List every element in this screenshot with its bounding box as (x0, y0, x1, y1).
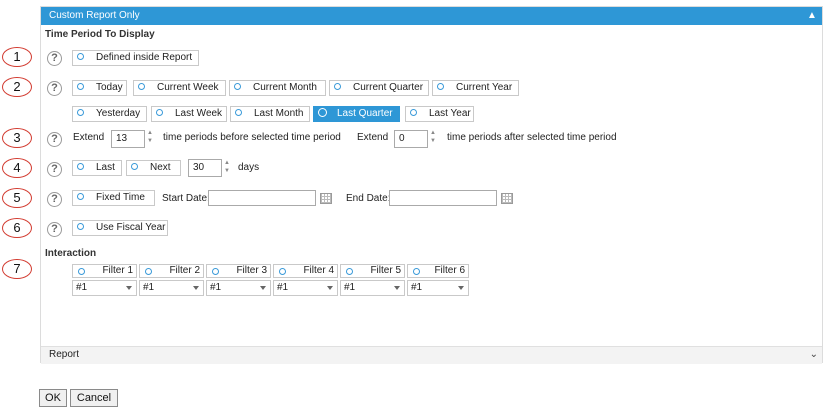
chevron-down-icon (394, 286, 400, 290)
option-fixed-time[interactable]: Fixed Time (72, 190, 155, 206)
radio-icon (77, 192, 84, 200)
radio-icon (410, 108, 417, 116)
option-today[interactable]: Today (72, 80, 127, 96)
filter-5-select[interactable]: #1 (340, 280, 405, 296)
filter-6-select[interactable]: #1 (407, 280, 469, 296)
option-last-month[interactable]: Last Month (230, 106, 310, 122)
cancel-button[interactable]: Cancel (70, 389, 118, 407)
option-last-week[interactable]: Last Week (151, 106, 227, 122)
option-last[interactable]: Last (72, 160, 122, 176)
chevron-down-icon (193, 286, 199, 290)
radio-icon (279, 268, 286, 275)
days-label: days (238, 162, 260, 173)
radio-icon (77, 222, 84, 230)
radio-icon (78, 268, 85, 275)
radio-icon (437, 82, 444, 90)
filter-2-button[interactable]: Filter 2 (139, 264, 204, 278)
radio-icon (77, 162, 84, 170)
chevron-down-icon (458, 286, 464, 290)
report-section-title: Report (49, 349, 80, 360)
help-icon[interactable]: ? (47, 162, 62, 177)
start-calendar-icon[interactable] (320, 193, 332, 204)
filter-4-button[interactable]: Filter 4 (273, 264, 338, 278)
start-date-input[interactable] (208, 190, 316, 206)
extend-before-stepper[interactable]: ▲ ▼ (147, 129, 153, 147)
marker-5: 5 (2, 188, 32, 208)
option-use-fiscal-year[interactable]: Use Fiscal Year (72, 220, 168, 236)
radio-icon (318, 107, 327, 117)
option-current-quarter[interactable]: Current Quarter (329, 80, 429, 96)
chevron-down-icon (327, 286, 333, 290)
radio-icon (346, 268, 353, 275)
chevron-down-icon (126, 286, 132, 290)
extend-after-input[interactable]: 0 (394, 130, 428, 148)
radio-icon (235, 108, 242, 116)
option-yesterday[interactable]: Yesterday (72, 106, 147, 122)
radio-icon (77, 82, 84, 90)
radio-icon (234, 82, 241, 90)
option-last-quarter[interactable]: Last Quarter (313, 106, 400, 122)
radio-icon (334, 82, 341, 90)
filter-2-select[interactable]: #1 (139, 280, 204, 296)
radio-icon (413, 268, 420, 275)
marker-4: 4 (2, 158, 32, 178)
marker-7: 7 (2, 259, 32, 279)
help-icon[interactable]: ? (47, 222, 62, 237)
start-date-label: Start Date: (162, 193, 210, 204)
option-current-year[interactable]: Current Year (432, 80, 519, 96)
custom-report-panel: Custom Report Only ▲ Time Period To Disp… (40, 6, 823, 364)
panel-title: Custom Report Only (49, 10, 140, 21)
filter-1-select[interactable]: #1 (72, 280, 137, 296)
filter-5-button[interactable]: Filter 5 (340, 264, 405, 278)
filter-1-button[interactable]: Filter 1 (72, 264, 137, 278)
marker-1: 1 (2, 47, 32, 67)
filter-4-select[interactable]: #1 (273, 280, 338, 296)
marker-3: 3 (2, 128, 32, 148)
ok-button[interactable]: OK (39, 389, 67, 407)
radio-icon (131, 162, 138, 170)
filter-3-button[interactable]: Filter 3 (206, 264, 271, 278)
filter-3-select[interactable]: #1 (206, 280, 271, 296)
days-input[interactable]: 30 (188, 159, 222, 177)
help-icon[interactable]: ? (47, 81, 62, 96)
option-next[interactable]: Next (126, 160, 181, 176)
filter-6-button[interactable]: Filter 6 (407, 264, 469, 278)
extend-after-label: Extend (357, 132, 389, 143)
chevron-up-icon[interactable]: ▲ (806, 7, 818, 25)
extend-before-label: Extend (73, 132, 105, 143)
chevron-down-icon (260, 286, 266, 290)
radio-icon (138, 82, 145, 90)
option-last-year[interactable]: Last Year (405, 106, 474, 122)
interaction-title: Interaction (45, 248, 97, 259)
days-stepper[interactable]: ▲ ▼ (224, 159, 230, 177)
panel-header[interactable]: Custom Report Only ▲ (41, 7, 822, 25)
option-current-week[interactable]: Current Week (133, 80, 226, 96)
end-date-input[interactable] (389, 190, 497, 206)
report-section-header[interactable]: Report ⌄ (41, 346, 822, 364)
time-period-title: Time Period To Display (45, 29, 155, 40)
extend-after-stepper[interactable]: ▲ ▼ (430, 129, 436, 147)
radio-icon (212, 268, 219, 275)
option-current-month[interactable]: Current Month (229, 80, 326, 96)
help-icon[interactable]: ? (47, 132, 62, 147)
extend-before-input[interactable]: 13 (111, 130, 145, 148)
defined-inside-report-option[interactable]: Defined inside Report (72, 50, 200, 66)
help-icon[interactable]: ? (47, 51, 62, 66)
help-icon[interactable]: ? (47, 192, 62, 207)
radio-icon (145, 268, 152, 275)
end-calendar-icon[interactable] (501, 193, 513, 204)
marker-6: 6 (2, 218, 32, 238)
marker-2: 2 (2, 77, 32, 97)
end-date-label: End Date: (346, 193, 391, 204)
radio-icon (77, 108, 84, 116)
radio-icon (156, 108, 163, 116)
radio-icon (77, 52, 84, 60)
extend-after-text: time periods after selected time period (447, 132, 617, 143)
extend-before-text: time periods before selected time period (163, 132, 341, 143)
chevron-down-icon[interactable]: ⌄ (810, 347, 818, 363)
